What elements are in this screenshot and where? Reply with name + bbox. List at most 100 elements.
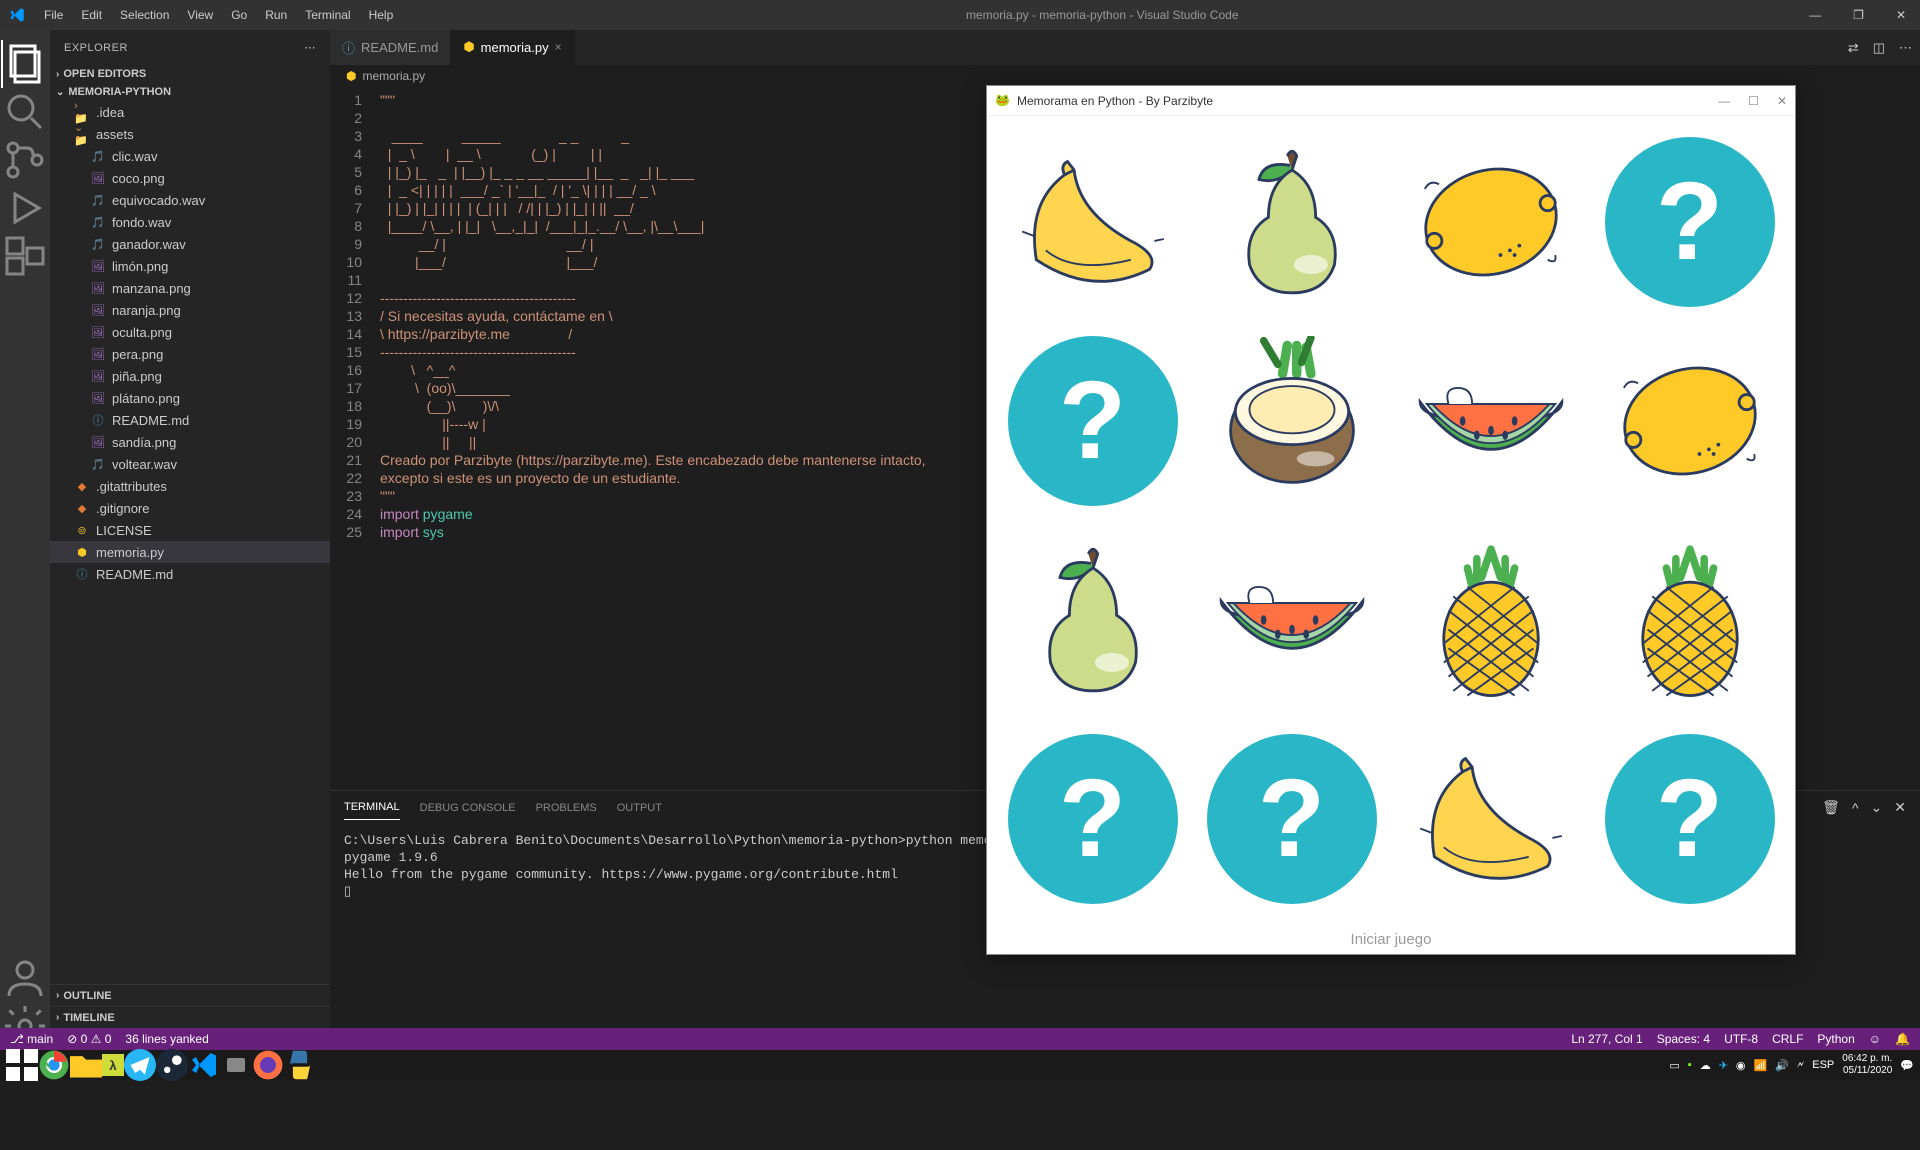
game-start-button[interactable]: Iniciar juego [987, 924, 1795, 954]
game-card-coconut[interactable] [1196, 325, 1387, 516]
game-card-pineapple[interactable] [1395, 524, 1586, 715]
tree-item-README-md[interactable]: ⓘREADME.md [50, 409, 330, 431]
tree-item-ganador-wav[interactable]: 🎵ganador.wav [50, 233, 330, 255]
game-card-lemon[interactable] [1395, 126, 1586, 317]
panel-close-icon[interactable]: ✕ [1894, 799, 1906, 816]
tree-item-oculta-png[interactable]: 🖼oculta.png [50, 321, 330, 343]
tree-item-memoria-py[interactable]: ⬢memoria.py [50, 541, 330, 563]
tree-item-naranja-png[interactable]: 🖼naranja.png [50, 299, 330, 321]
minimize-icon[interactable]: — [1803, 6, 1827, 24]
game-app-icon: 🐸 [995, 93, 1011, 109]
eol[interactable]: CRLF [1772, 1032, 1803, 1046]
game-card-hidden[interactable]: ? [1594, 723, 1785, 914]
tree-item--gitignore[interactable]: ◆.gitignore [50, 497, 330, 519]
editor-more-icon[interactable]: ⋯ [1899, 40, 1912, 56]
game-card-hidden[interactable]: ? [997, 325, 1188, 516]
firefox-icon[interactable] [252, 1052, 284, 1078]
game-close-icon[interactable]: ✕ [1777, 94, 1787, 108]
tab-memoria[interactable]: ⬢ memoria.py × [451, 30, 574, 65]
vscode-taskbar-icon[interactable] [188, 1052, 220, 1078]
file-explorer-icon[interactable] [70, 1052, 102, 1078]
tree-item-LICENSE[interactable]: ⊚LICENSE [50, 519, 330, 541]
menu-terminal[interactable]: Terminal [297, 4, 358, 26]
tray-icon[interactable]: ☁ [1700, 1059, 1711, 1072]
bell-icon[interactable]: 🔔 [1895, 1032, 1910, 1046]
game-card-hidden[interactable]: ? [997, 723, 1188, 914]
windows-taskbar: λ ▭ ▪ ☁ ✈ ◉ 📶 🔊 🗲 ESP 06:42 p. m. 05/11/… [0, 1050, 1920, 1080]
sidebar-more-icon[interactable]: ⋯ [305, 41, 317, 54]
close-icon[interactable]: ✕ [1890, 6, 1912, 24]
game-card-pear[interactable] [1196, 126, 1387, 317]
tray-wifi-icon[interactable]: 📶 [1754, 1059, 1768, 1072]
tab-readme[interactable]: ⓘ README.md [330, 30, 451, 65]
game-card-lemon[interactable] [1594, 325, 1785, 516]
tab-close-icon[interactable]: × [555, 40, 562, 54]
panel-tab-debug[interactable]: DEBUG CONSOLE [420, 796, 516, 820]
indent[interactable]: Spaces: 4 [1657, 1032, 1710, 1046]
game-minimize-icon[interactable]: — [1718, 94, 1730, 108]
menu-run[interactable]: Run [257, 4, 295, 26]
tray-volume-icon[interactable]: 🔊 [1775, 1059, 1789, 1072]
split-editor-icon[interactable]: ◫ [1873, 40, 1885, 56]
tree-item-voltear-wav[interactable]: 🎵voltear.wav [50, 453, 330, 475]
start-button[interactable] [6, 1052, 38, 1078]
python-icon: ⬢ [74, 544, 90, 560]
tray-telegram-icon[interactable]: ✈ [1719, 1059, 1728, 1072]
menu-view[interactable]: View [179, 4, 221, 26]
app-icon-1[interactable] [220, 1052, 252, 1078]
panel-tab-problems[interactable]: PROBLEMS [536, 796, 597, 820]
file-tree: › 📁.idea⌄ 📁assets🎵clic.wav🖼coco.png🎵equi… [50, 101, 330, 984]
tray-icon[interactable]: ▭ [1669, 1059, 1679, 1072]
panel-maximize-icon[interactable]: ^ [1852, 800, 1859, 816]
cursor-position[interactable]: Ln 277, Col 1 [1571, 1032, 1642, 1046]
tree-item-pi-a-png[interactable]: 🖼piña.png [50, 365, 330, 387]
python-taskbar-icon[interactable] [284, 1052, 316, 1078]
tree-item-manzana-png[interactable]: 🖼manzana.png [50, 277, 330, 299]
game-card-watermelon[interactable] [1196, 524, 1387, 715]
tray-battery-icon[interactable]: 🗲 [1797, 1059, 1804, 1072]
game-card-hidden[interactable]: ? [1594, 126, 1785, 317]
language[interactable]: Python [1817, 1032, 1854, 1046]
tree-item-coco-png[interactable]: 🖼coco.png [50, 167, 330, 189]
tray-lang[interactable]: ESP [1812, 1059, 1834, 1071]
tree-item-sand-a-png[interactable]: 🖼sandía.png [50, 431, 330, 453]
trash-icon[interactable]: 🗑 [1822, 799, 1840, 816]
game-maximize-icon[interactable]: ☐ [1748, 94, 1759, 108]
chrome-icon[interactable] [38, 1052, 70, 1078]
image-icon: 🖼 [90, 280, 106, 296]
image-icon: 🖼 [90, 346, 106, 362]
game-card-banana[interactable] [997, 126, 1188, 317]
menu-go[interactable]: Go [223, 4, 255, 26]
menu-help[interactable]: Help [361, 4, 402, 26]
tree-item-fondo-wav[interactable]: 🎵fondo.wav [50, 211, 330, 233]
panel-tab-output[interactable]: OUTPUT [617, 796, 662, 820]
maximize-icon[interactable]: ❐ [1847, 6, 1870, 24]
breadcrumb[interactable]: ⬢ memoria.py [330, 65, 1920, 87]
encoding[interactable]: UTF-8 [1724, 1032, 1758, 1046]
panel-tab-terminal[interactable]: TERMINAL [344, 795, 400, 820]
notification-icon[interactable]: 💬 [1900, 1059, 1914, 1072]
tray-icon[interactable]: ▪ [1688, 1059, 1692, 1071]
game-card-watermelon[interactable] [1395, 325, 1586, 516]
game-card-pear[interactable] [997, 524, 1188, 715]
compare-icon[interactable]: ⇄ [1848, 40, 1859, 56]
lambda-icon[interactable]: λ [102, 1054, 124, 1076]
tree-item-equivocado-wav[interactable]: 🎵equivocado.wav [50, 189, 330, 211]
game-card-banana[interactable] [1395, 723, 1586, 914]
system-clock[interactable]: 06:42 p. m. 05/11/2020 [1842, 1053, 1892, 1077]
telegram-icon[interactable] [124, 1052, 156, 1078]
activity-extensions-icon[interactable] [1, 232, 49, 280]
image-icon: 🖼 [90, 324, 106, 340]
feedback-icon[interactable]: ☺ [1869, 1032, 1881, 1046]
tree-item-pl-tano-png[interactable]: 🖼plátano.png [50, 387, 330, 409]
tree-item-pera-png[interactable]: 🖼pera.png [50, 343, 330, 365]
game-card-pineapple[interactable] [1594, 524, 1785, 715]
tree-item-README-md[interactable]: ⓘREADME.md [50, 563, 330, 585]
game-titlebar[interactable]: 🐸 Memorama en Python - By Parzibyte — ☐ … [987, 86, 1795, 116]
tree-item--gitattributes[interactable]: ◆.gitattributes [50, 475, 330, 497]
tray-steam-icon[interactable]: ◉ [1736, 1059, 1746, 1072]
panel-chevron-icon[interactable]: ⌄ [1871, 799, 1883, 816]
game-card-hidden[interactable]: ? [1196, 723, 1387, 914]
tree-item-lim-n-png[interactable]: 🖼limón.png [50, 255, 330, 277]
steam-icon[interactable] [156, 1052, 188, 1078]
